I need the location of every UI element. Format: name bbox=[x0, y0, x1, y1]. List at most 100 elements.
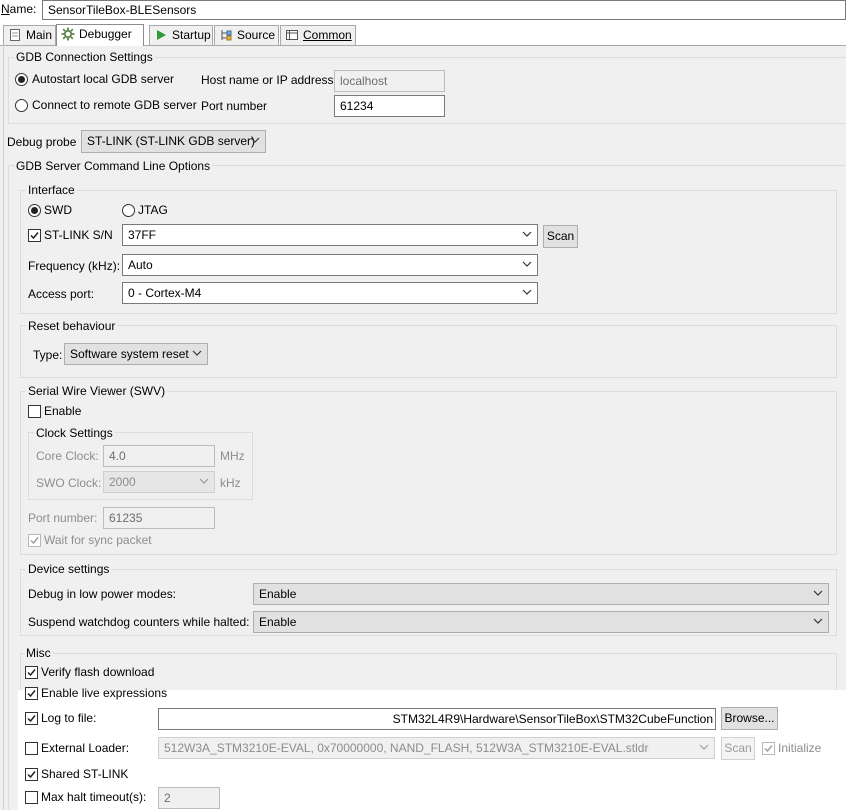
core-clock-field[interactable]: 4.0 bbox=[103, 445, 215, 467]
check-icon bbox=[27, 690, 36, 698]
low-power-value: Enable bbox=[259, 587, 297, 601]
ext-loader-value: 512W3A_STM3210E-EVAL, 0x70000000, NAND_F… bbox=[164, 741, 649, 755]
browse-button[interactable]: Browse... bbox=[721, 707, 778, 730]
max-halt-checkbox[interactable] bbox=[25, 791, 38, 804]
core-clock-label: Core Clock: bbox=[36, 449, 99, 463]
access-port-value: 0 - Cortex-M4 bbox=[128, 286, 202, 300]
jtag-radio[interactable] bbox=[122, 204, 135, 217]
stlink-sn-label: ST-LINK S/N bbox=[44, 228, 113, 242]
shared-stlink-label: Shared ST-LINK bbox=[41, 767, 129, 781]
misc-title: Misc bbox=[24, 645, 53, 661]
check-icon bbox=[30, 232, 39, 240]
source-tab-icon bbox=[221, 30, 232, 41]
chevron-down-icon bbox=[813, 590, 823, 596]
debug-probe-label: Debug probe bbox=[7, 135, 77, 149]
initialize-checkbox[interactable] bbox=[762, 742, 775, 755]
swv-enable-checkbox[interactable] bbox=[28, 405, 41, 418]
reset-type-label: Type: bbox=[33, 348, 63, 362]
watchdog-value: Enable bbox=[259, 615, 297, 629]
common-tab-icon bbox=[286, 30, 298, 40]
debug-probe-select[interactable]: ST-LINK (ST-LINK GDB server) bbox=[81, 130, 266, 153]
frequency-select[interactable]: Auto bbox=[122, 254, 538, 276]
check-icon bbox=[27, 715, 36, 723]
name-label: Name: bbox=[1, 2, 37, 16]
max-halt-label: Max halt timeout(s): bbox=[41, 790, 147, 804]
swo-clock-label: SWO Clock: bbox=[36, 476, 102, 490]
wait-sync-checkbox[interactable] bbox=[28, 534, 41, 547]
log-file-checkbox[interactable] bbox=[25, 712, 38, 725]
name-field[interactable]: SensorTileBox-BLESensors bbox=[42, 0, 846, 20]
tab-source[interactable]: Source bbox=[214, 25, 279, 45]
check-icon bbox=[27, 771, 36, 779]
check-icon bbox=[30, 537, 39, 545]
frequency-value: Auto bbox=[128, 258, 153, 272]
tab-debugger[interactable]: Debugger bbox=[56, 24, 144, 46]
remote-radio[interactable] bbox=[15, 99, 28, 112]
swd-label: SWD bbox=[44, 203, 72, 217]
stlink-sn-value: 37FF bbox=[128, 228, 157, 242]
chevron-down-icon bbox=[199, 478, 209, 484]
check-icon bbox=[27, 669, 36, 677]
live-expr-checkbox[interactable] bbox=[25, 687, 38, 700]
tab-debugger-label: Debugger bbox=[79, 27, 132, 41]
frequency-label: Frequency (kHz): bbox=[28, 259, 121, 273]
ext-loader-select[interactable]: 512W3A_STM3210E-EVAL, 0x70000000, NAND_F… bbox=[158, 737, 715, 759]
reset-type-value: Software system reset bbox=[70, 347, 189, 361]
startup-play-icon bbox=[157, 30, 166, 40]
autostart-label: Autostart local GDB server bbox=[32, 72, 175, 86]
ext-loader-label: External Loader: bbox=[41, 741, 130, 755]
tab-startup[interactable]: Startup bbox=[149, 25, 213, 45]
scan-button[interactable]: Scan bbox=[543, 225, 578, 248]
tab-common[interactable]: Common bbox=[280, 25, 356, 45]
main-tab-icon bbox=[10, 29, 20, 41]
chevron-down-icon bbox=[522, 289, 532, 295]
swd-radio[interactable] bbox=[28, 204, 41, 217]
swo-clock-unit: kHz bbox=[220, 476, 241, 490]
shared-stlink-checkbox[interactable] bbox=[25, 768, 38, 781]
low-power-label: Debug in low power modes: bbox=[28, 587, 177, 601]
device-settings-title: Device settings bbox=[26, 561, 112, 577]
tab-main-label: Main bbox=[26, 28, 53, 42]
chevron-down-icon bbox=[699, 744, 709, 750]
chevron-down-icon bbox=[250, 137, 260, 143]
log-file-field[interactable]: STM32L4R9\Hardware\SensorTileBox\STM32Cu… bbox=[158, 708, 716, 730]
debugger-tab-icon bbox=[61, 27, 75, 41]
verify-flash-label: Verify flash download bbox=[41, 665, 155, 679]
tab-common-label: Common bbox=[303, 28, 352, 42]
jtag-label: JTAG bbox=[138, 203, 168, 217]
watchdog-label: Suspend watchdog counters while halted: bbox=[28, 615, 250, 629]
tab-startup-label: Startup bbox=[172, 28, 211, 42]
live-expr-label: Enable live expressions bbox=[41, 686, 168, 700]
stlink-sn-select[interactable]: 37FF bbox=[122, 224, 538, 246]
verify-flash-checkbox[interactable] bbox=[25, 666, 38, 679]
access-port-label: Access port: bbox=[28, 287, 95, 301]
core-clock-unit: MHz bbox=[220, 449, 245, 463]
watchdog-select[interactable]: Enable bbox=[253, 611, 829, 633]
clock-settings-title: Clock Settings bbox=[34, 425, 115, 441]
panel-left-border bbox=[3, 45, 4, 810]
swo-clock-select[interactable]: 2000 bbox=[103, 471, 215, 493]
port-field[interactable]: 61234 bbox=[334, 95, 445, 117]
host-field[interactable]: localhost bbox=[334, 70, 445, 92]
tab-source-label: Source bbox=[237, 28, 276, 42]
tab-main[interactable]: Main bbox=[3, 25, 56, 45]
swv-port-field[interactable]: 61235 bbox=[103, 507, 215, 529]
low-power-select[interactable]: Enable bbox=[253, 583, 829, 605]
ext-loader-checkbox[interactable] bbox=[25, 742, 38, 755]
ext-scan-button[interactable]: Scan bbox=[721, 737, 755, 760]
debug-probe-value: ST-LINK (ST-LINK GDB server) bbox=[87, 134, 256, 148]
max-halt-field[interactable]: 2 bbox=[158, 787, 220, 809]
remote-label: Connect to remote GDB server bbox=[32, 98, 197, 112]
stlink-sn-checkbox[interactable] bbox=[28, 229, 41, 242]
chevron-down-icon bbox=[522, 231, 532, 237]
interface-title: Interface bbox=[26, 182, 77, 198]
reset-type-select[interactable]: Software system reset bbox=[64, 343, 208, 365]
autostart-radio[interactable] bbox=[15, 73, 28, 86]
wait-sync-label: Wait for sync packet bbox=[44, 533, 152, 547]
server-options-title: GDB Server Command Line Options bbox=[14, 158, 213, 174]
swv-title: Serial Wire Viewer (SWV) bbox=[26, 383, 168, 399]
check-icon bbox=[764, 745, 773, 753]
access-port-select[interactable]: 0 - Cortex-M4 bbox=[122, 282, 538, 304]
swv-port-label: Port number: bbox=[28, 511, 98, 525]
gdb-connection-title: GDB Connection Settings bbox=[14, 49, 155, 65]
